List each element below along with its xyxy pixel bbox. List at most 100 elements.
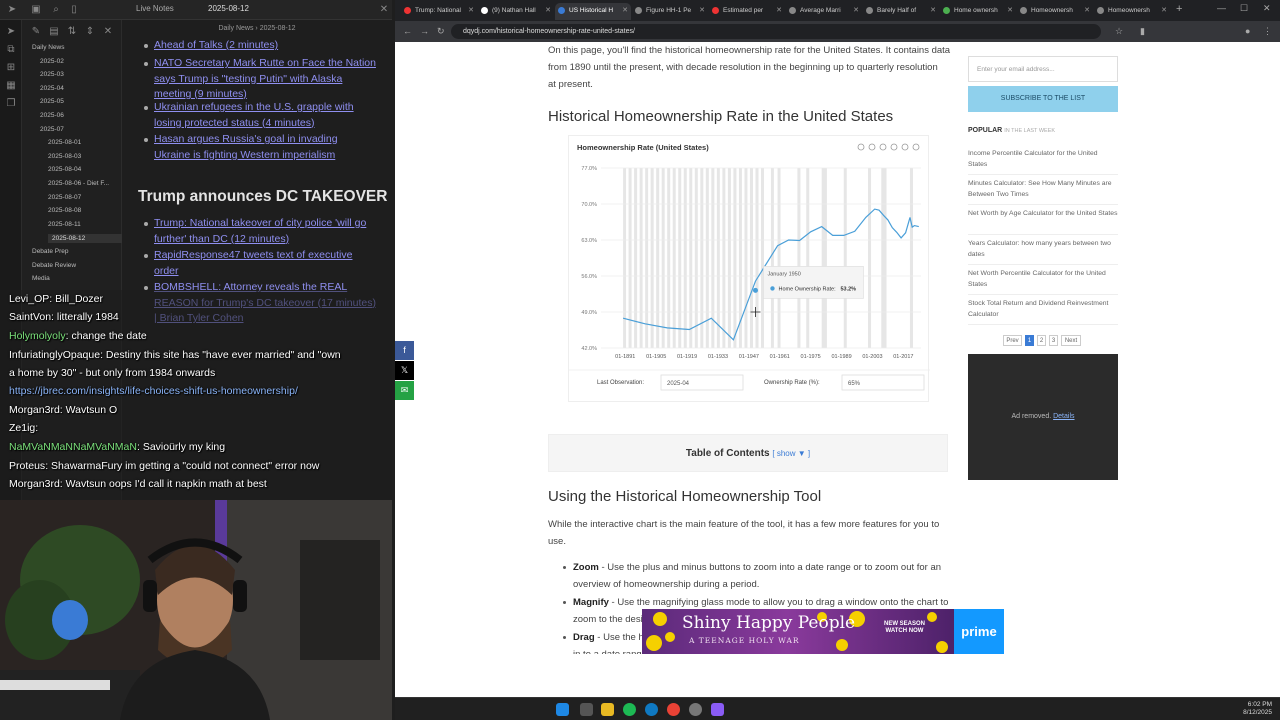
start-icon[interactable] [556,703,569,716]
reload-icon[interactable]: ↻ [437,26,445,37]
popular-link[interactable]: Minutes Calculator: See How Many Minutes… [968,178,1118,200]
popular-link[interactable]: Net Worth Percentile Calculator for the … [968,268,1118,290]
extension-icon[interactable]: ▮ [1140,26,1145,37]
tab-live-notes[interactable]: Live Notes [136,4,174,13]
taskview-icon[interactable] [580,703,593,716]
browser-tab[interactable]: Homeownersh ✕ [1017,3,1093,20]
note-link[interactable]: Hasan argues Russia's goal in invading U… [154,132,376,163]
pager-button[interactable]: 3 [1049,335,1058,346]
email-input[interactable]: Enter your email address... [968,56,1118,82]
ad-banner[interactable]: Shiny Happy People A TEENAGE HOLY WAR NE… [642,609,1004,654]
note-link[interactable]: RapidResponse47 tweets text of executive… [154,248,376,279]
browser-tab[interactable]: Figure HH-1 Pe ✕ [632,3,708,20]
obsidian-icon[interactable] [711,703,724,716]
tree-item[interactable]: 2025-03 [40,71,64,78]
maximize-icon[interactable]: ☐ [1240,3,1248,14]
folder-icon[interactable]: ▣ [30,4,42,16]
note-link[interactable]: Ahead of Talks (2 minutes) [154,38,376,54]
calendar-icon[interactable]: ▦ [5,80,17,92]
browser-tab[interactable]: Home ownersh ✕ [940,3,1016,20]
hand-icon[interactable] [890,143,898,151]
tree-item[interactable]: 2025-08-08 [48,207,81,214]
chat-username[interactable]: Morgan3rd [9,478,60,490]
tab-close-icon[interactable]: ✕ [545,3,551,18]
popular-link[interactable]: Net Worth by Age Calculator for the Unit… [968,208,1118,219]
tree-item[interactable]: 2025-07 [40,126,64,133]
facebook-share-icon[interactable]: f [395,341,414,360]
x-share-icon[interactable]: 𝕏 [395,361,414,380]
chat-username[interactable]: NaMVaNMaNNaMVaNMaN [9,441,137,453]
chat-username[interactable]: Ze1ig [9,422,35,434]
profile-icon[interactable]: ● [1245,26,1250,36]
table-of-contents[interactable]: Table of Contents [ show ▼ ] [548,434,948,472]
tree-item[interactable]: 2025-08-11 [48,221,81,228]
tree-item[interactable]: 2025-08-04 [48,166,81,173]
tree-item[interactable]: 2025-08-07 [48,194,81,201]
tab-close-icon[interactable]: ✕ [468,3,474,18]
home-icon[interactable] [901,143,909,151]
toc-show-toggle[interactable]: [ show ▼ ] [772,449,810,458]
chat-username[interactable]: InfuriatinglyOpaque [9,349,100,361]
copy-icon[interactable]: ❐ [5,98,17,110]
tree-item[interactable]: Media [32,275,50,282]
tree-item[interactable]: Debate Review [32,262,76,269]
tab-close-icon[interactable]: ✕ [1084,3,1090,18]
tab-close-icon[interactable]: ✕ [930,3,936,18]
email-share-icon[interactable]: ✉ [395,381,414,400]
tree-item[interactable]: 2025-08-01 [48,139,81,146]
popular-link[interactable]: Stock Total Return and Dividend Reinvest… [968,298,1118,320]
chat-username[interactable]: Holymolyoly [9,330,66,342]
popular-link[interactable]: Income Percentile Calculator for the Uni… [968,148,1118,170]
collapse-icon[interactable]: ⇕ [84,26,96,38]
tree-item[interactable]: 2025-08-03 [48,153,81,160]
menu-icon[interactable] [912,143,920,151]
tab-close-icon[interactable]: ✕ [853,3,859,18]
tab-close-icon[interactable]: ✕ [699,3,705,18]
pager-button[interactable]: 2 [1037,335,1046,346]
grid-icon[interactable]: ⊞ [5,62,17,74]
menu-icon[interactable]: ⋮ [1263,26,1272,37]
tree-item[interactable]: 2025-06 [40,112,64,119]
note-link[interactable]: Trump: National takeover of city police … [154,216,376,247]
homeownership-chart[interactable]: Homeownership Rate (United States) 42.0% 4… [568,135,930,402]
obs-icon[interactable] [689,703,702,716]
new-folder-icon[interactable]: ▤ [48,26,60,38]
browser-tab[interactable]: Trump: National ✕ [401,3,477,20]
tab-close-icon[interactable]: ✕ [1007,3,1013,18]
note-link[interactable]: NATO Secretary Mark Rutte on Face the Na… [154,56,376,103]
send-icon[interactable]: ➤ [6,4,18,16]
chat-username[interactable]: Morgan3rd [9,404,60,416]
send-icon[interactable]: ➤ [5,26,17,38]
chat-username[interactable]: Proteus [9,460,45,472]
chat-username[interactable]: SaintVon [9,311,51,323]
browser-tab[interactable]: US Historical H ✕ [555,3,631,20]
pager-button[interactable]: Next [1061,335,1081,346]
popular-link[interactable]: Years Calculator: how many years between… [968,238,1118,260]
edge-icon[interactable] [645,703,658,716]
browser-tab[interactable]: (9) Nathan Hall ✕ [478,3,554,20]
close-window-icon[interactable]: ✕ [1263,3,1271,14]
bookmark-star-icon[interactable]: ☆ [1115,26,1123,37]
new-tab-icon[interactable]: + [1176,3,1182,15]
tab-close-icon[interactable]: ✕ [622,3,628,18]
tab-current-note[interactable]: 2025-08-12 [208,4,249,13]
magnify-icon[interactable] [879,143,887,151]
pager-button[interactable]: Prev [1003,335,1022,346]
pager-button[interactable]: 1 [1025,335,1034,346]
sort-icon[interactable]: ⇅ [66,26,78,38]
graph-icon[interactable]: ⧉ [5,44,17,56]
tree-item[interactable]: 2025-04 [40,85,64,92]
browser-tab[interactable]: Barely Half of ✕ [863,3,939,20]
chrome-icon[interactable] [667,703,680,716]
subscribe-button[interactable]: SUBSCRIBE TO THE LIST [968,86,1118,112]
back-icon[interactable]: ← [403,26,412,36]
file-explorer-icon[interactable] [601,703,614,716]
browser-tab[interactable]: Homeownersh ✕ [1094,3,1170,20]
tree-item[interactable]: 2025-02 [40,58,64,65]
tree-item[interactable]: 2025-05 [40,98,64,105]
hover-point[interactable] [752,287,758,293]
chat-username[interactable]: Levi_OP [9,293,49,305]
chat-text[interactable]: https://jbrec.com/insights/life-choices-… [9,385,298,397]
spotify-icon[interactable] [623,703,636,716]
browser-tab[interactable]: Estimated per ✕ [709,3,785,20]
